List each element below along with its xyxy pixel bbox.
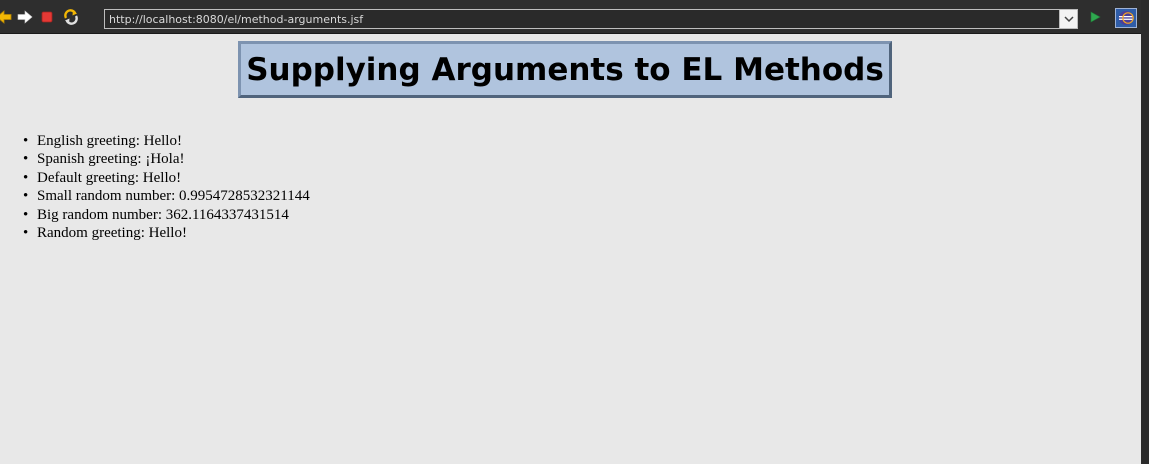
stop-icon[interactable]	[39, 9, 55, 25]
greeting-list: English greeting: Hello! Spanish greetin…	[0, 132, 310, 243]
chevron-down-icon[interactable]	[1059, 10, 1077, 28]
list-item: Random greeting: Hello!	[23, 224, 310, 243]
refresh-icon[interactable]	[63, 9, 79, 25]
list-item: Default greeting: Hello!	[23, 169, 310, 188]
page-title: Supplying Arguments to EL Methods	[246, 51, 884, 88]
forward-arrow-icon[interactable]	[17, 9, 33, 25]
address-bar	[104, 9, 1078, 29]
list-item: Spanish greeting: ¡Hola!	[23, 150, 310, 169]
browser-window: Supplying Arguments to EL Methods Englis…	[0, 0, 1149, 464]
page-title-box: Supplying Arguments to EL Methods	[238, 41, 892, 98]
list-item: Big random number: 362.1164337431514	[23, 206, 310, 225]
back-arrow-icon[interactable]	[0, 9, 12, 25]
eclipse-logo-icon[interactable]	[1115, 8, 1137, 28]
go-play-icon[interactable]	[1087, 9, 1103, 25]
url-input[interactable]	[105, 10, 1059, 28]
browser-toolbar	[0, 0, 1149, 34]
list-item: English greeting: Hello!	[23, 132, 310, 151]
window-border	[1141, 0, 1149, 464]
page-content: Supplying Arguments to EL Methods Englis…	[0, 34, 1141, 464]
list-item: Small random number: 0.9954728532321144	[23, 187, 310, 206]
